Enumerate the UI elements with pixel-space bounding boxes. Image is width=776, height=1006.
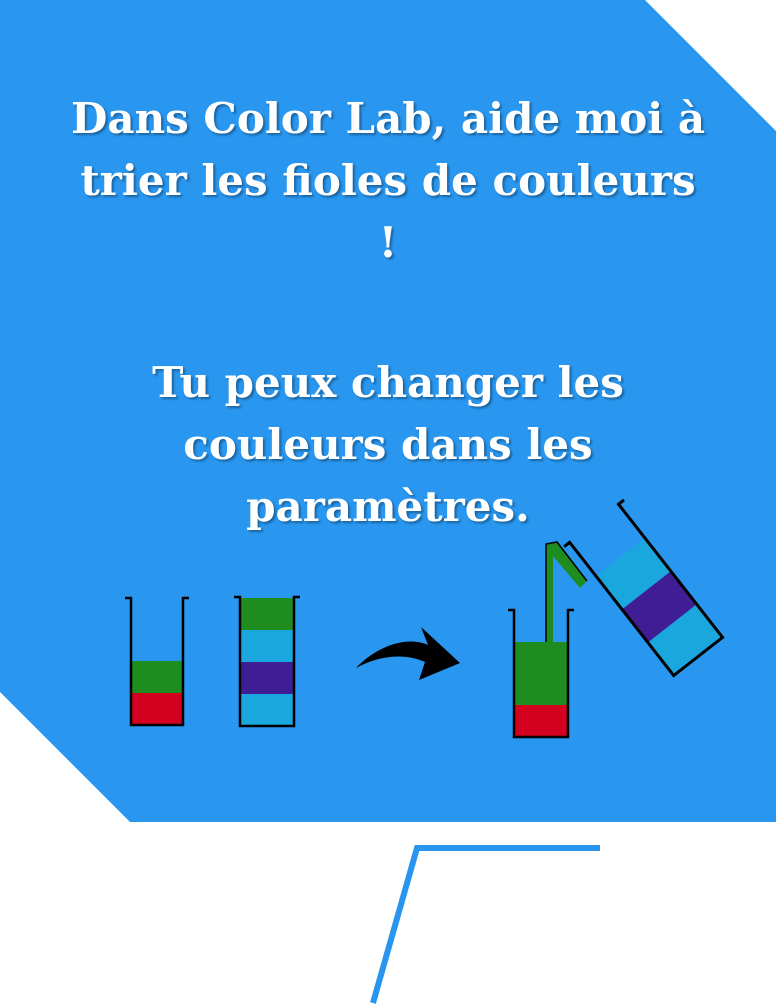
vial-middle-layer-light-blue-1 xyxy=(240,694,294,726)
vial-left-layer-green xyxy=(131,661,183,693)
speech-pointer xyxy=(370,845,600,1004)
tutorial-message-intro: Dans Color Lab, aide moi à trier les fio… xyxy=(70,94,706,267)
vial-middle-layer-light-blue-2 xyxy=(240,630,294,662)
vial-target-layer-red xyxy=(514,705,568,737)
tutorial-message-settings: Tu peux changer les couleurs dans les pa… xyxy=(152,358,624,531)
vial-middle-layer-purple xyxy=(240,662,294,694)
vial-target-layer-green xyxy=(514,642,568,705)
vial-left-layer-red xyxy=(131,693,183,725)
vial-middle-layer-green xyxy=(240,598,294,630)
vial-middle xyxy=(234,595,300,728)
